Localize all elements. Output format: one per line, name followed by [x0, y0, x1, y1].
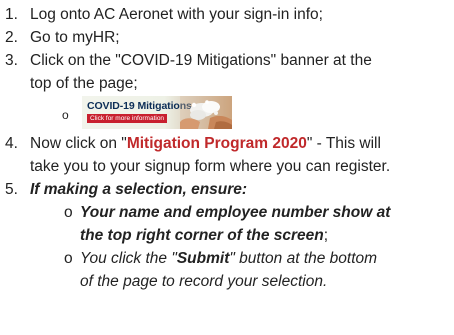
step-text-line1: Click on the "COVID-19 Mitigations" bann…: [30, 52, 372, 69]
sub-item-1: o Your name and employee number show at …: [0, 201, 454, 247]
step-5: 5. If making a selection, ensure:: [0, 178, 454, 201]
covid-mitigations-banner[interactable]: COVID-19 Mitigations Click for more info…: [82, 96, 232, 129]
banner-cta-button[interactable]: Click for more information: [87, 114, 168, 123]
step-text-suffix: " - This will: [306, 135, 381, 152]
sub-item-text-line1: Your name and employee number show at: [80, 204, 391, 221]
step-text: Log onto AC Aeronet with your sign-in in…: [30, 6, 323, 23]
instructions-list: 1. Log onto AC Aeronet with your sign-in…: [0, 3, 454, 293]
step-number: 2.: [5, 29, 18, 46]
mitigation-program-link[interactable]: Mitigation Program 2020: [127, 135, 307, 152]
bullet-marker: o: [62, 108, 69, 122]
sub-item-text-line2: of the page to record your selection.: [80, 273, 328, 290]
step-text: Go to myHR;: [30, 29, 120, 46]
sub-item-text-line2: the top right corner of the screen: [80, 227, 324, 244]
submit-label: Submit: [176, 250, 230, 267]
step-text: If making a selection, ensure:: [30, 181, 248, 198]
step-2: 2. Go to myHR;: [0, 26, 454, 49]
step-1: 1. Log onto AC Aeronet with your sign-in…: [0, 3, 454, 26]
step-text-line2: take you to your signup form where you c…: [30, 158, 391, 175]
step-3: 3. Click on the "COVID-19 Mitigations" b…: [0, 49, 454, 95]
step-number: 4.: [5, 135, 18, 152]
step-number: 5.: [5, 181, 18, 198]
hands-washing-icon: [180, 96, 232, 129]
banner-title: COVID-19 Mitigations: [87, 100, 192, 112]
step-4: 4. Now click on "Mitigation Program 2020…: [0, 132, 454, 178]
sub-item-2: o You click the "Submit" button at the b…: [0, 247, 454, 293]
step-number: 1.: [5, 6, 18, 23]
bullet-marker: o: [64, 204, 73, 221]
step-text-prefix: Now click on ": [30, 135, 127, 152]
sub-item-text-suffix: " button at the bottom: [229, 250, 378, 267]
step-text-line2: top of the page;: [30, 75, 138, 92]
bullet-marker: o: [64, 250, 73, 267]
step-number: 3.: [5, 52, 18, 69]
sub-item-punctuation: ;: [323, 227, 329, 244]
sub-item-text-prefix: You click the ": [80, 250, 177, 267]
banner-list-item: o COVID-19 Mitigations Click for more in…: [0, 96, 454, 130]
